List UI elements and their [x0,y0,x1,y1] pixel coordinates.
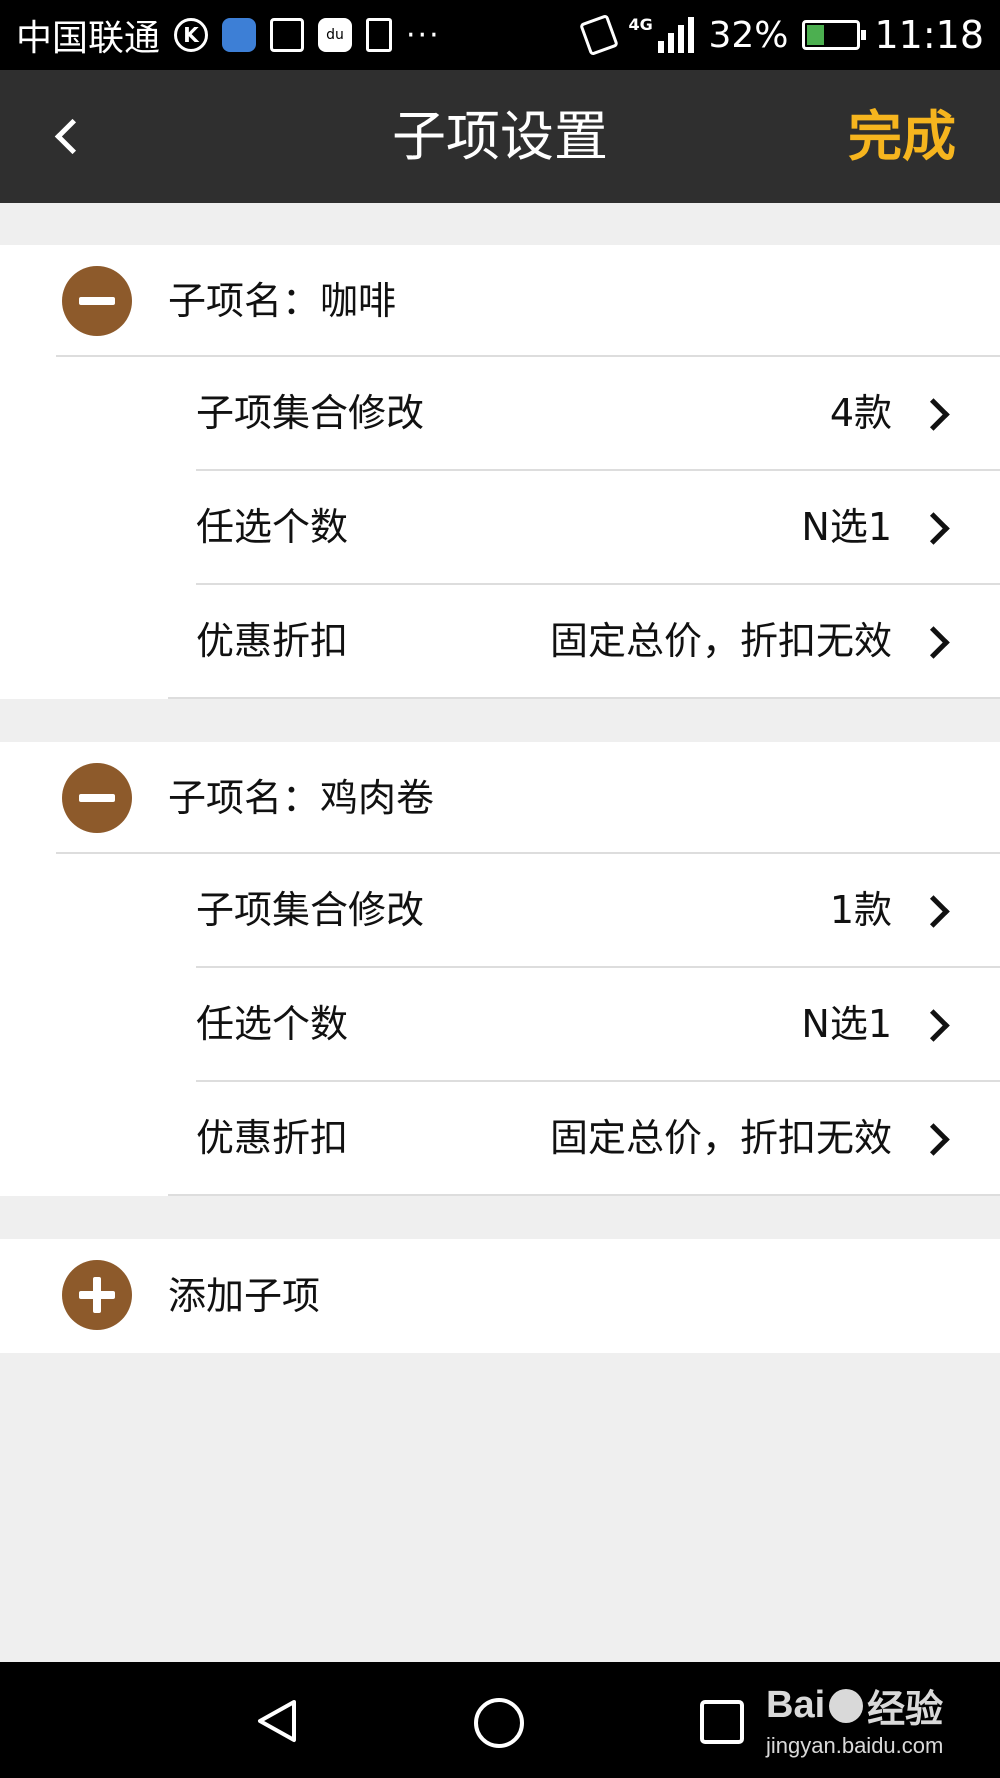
carrier-name: 中国联通 [16,18,161,59]
nav-home-icon[interactable] [472,1696,526,1750]
row-label: 优惠折扣 [196,619,349,663]
row-value: 4款 [829,391,892,435]
watermark-brand-suffix: 经验 [867,1689,944,1731]
watermark-logo: Bai 经验 [766,1678,966,1733]
battery-fill [807,25,825,45]
row-item-collection[interactable]: 子项集合修改 4款 [0,357,1000,471]
back-button[interactable] [46,110,96,166]
minus-circle-icon[interactable] [62,763,132,833]
group-header: 子项名：鸡肉卷 [0,742,1000,854]
k-icon: K [174,18,209,52]
group-header: 子项名：咖啡 [0,245,1000,357]
status-bar-right: 4G 32% 11:18 [579,0,984,70]
row-choice-count[interactable]: 任选个数 N选1 [0,471,1000,585]
chevron-right-icon [917,398,950,431]
row-value: 固定总价，折扣无效 [549,1116,892,1160]
du-app-icon: du [318,18,353,52]
sub-item-group-1: 子项名：咖啡 子项集合修改 4款 任选个数 N选1 优惠折扣 固定总价，折扣无效 [0,245,1000,699]
status-bar: 中国联通 K du ··· 4G 32% 11:18 [0,0,1000,70]
chevron-right-icon [917,1123,950,1156]
network-type: 4G [628,15,653,34]
system-nav-bar: Bai 经验 jingyan.baidu.com [0,1662,1000,1778]
row-value: N选1 [801,1002,892,1046]
add-sub-item-label: 添加子项 [168,1274,321,1318]
more-notifications-indicator: ··· [406,17,441,53]
row-label: 优惠折扣 [196,1116,349,1160]
row-value: 固定总价，折扣无效 [549,619,892,663]
chevron-left-icon [54,118,91,155]
row-value: 1款 [829,888,892,932]
divider [168,1194,1000,1196]
row-choice-count[interactable]: 任选个数 N选1 [0,968,1000,1082]
minus-circle-icon[interactable] [62,266,132,336]
sub-item-name[interactable]: 子项名：鸡肉卷 [168,742,434,854]
row-item-collection[interactable]: 子项集合修改 1款 [0,854,1000,968]
lock-screen-icon [366,18,393,52]
baidu-paw-icon [829,1688,864,1723]
vibrate-icon [579,13,620,57]
watermark-brand: Bai [766,1684,826,1726]
row-discount[interactable]: 优惠折扣 固定总价，折扣无效 [0,1082,1000,1196]
row-label: 任选个数 [196,505,349,549]
battery-percent: 32% [708,14,789,56]
nav-back-icon[interactable] [254,1698,300,1744]
health-app-icon [222,18,257,52]
done-button[interactable]: 完成 [848,70,956,203]
chevron-right-icon [917,895,950,928]
nav-recent-icon[interactable] [698,1698,746,1746]
status-bar-left: 中国联通 K du ··· [0,9,441,61]
app-header: 子项设置 完成 [0,70,1000,203]
divider [168,697,1000,699]
row-label: 任选个数 [196,1002,349,1046]
chevron-right-icon [917,626,950,659]
chevron-right-icon [917,512,950,545]
battery-icon [802,20,867,50]
row-value: N选1 [801,505,892,549]
signal-icon: 4G [628,15,695,53]
clock: 11:18 [874,13,984,57]
row-label: 子项集合修改 [196,888,425,932]
watermark-url: jingyan.baidu.com [766,1733,944,1758]
row-discount[interactable]: 优惠折扣 固定总价，折扣无效 [0,585,1000,699]
plus-circle-icon [62,1260,132,1330]
sub-item-group-2: 子项名：鸡肉卷 子项集合修改 1款 任选个数 N选1 优惠折扣 固定总价，折扣无… [0,742,1000,1196]
sub-item-name[interactable]: 子项名：咖啡 [168,245,396,357]
row-label: 子项集合修改 [196,391,425,435]
chevron-right-icon [917,1009,950,1042]
gallery-icon [270,18,305,52]
add-sub-item-button[interactable]: 添加子项 [0,1239,1000,1353]
baidu-jingyan-watermark: Bai 经验 jingyan.baidu.com [766,1678,966,1768]
